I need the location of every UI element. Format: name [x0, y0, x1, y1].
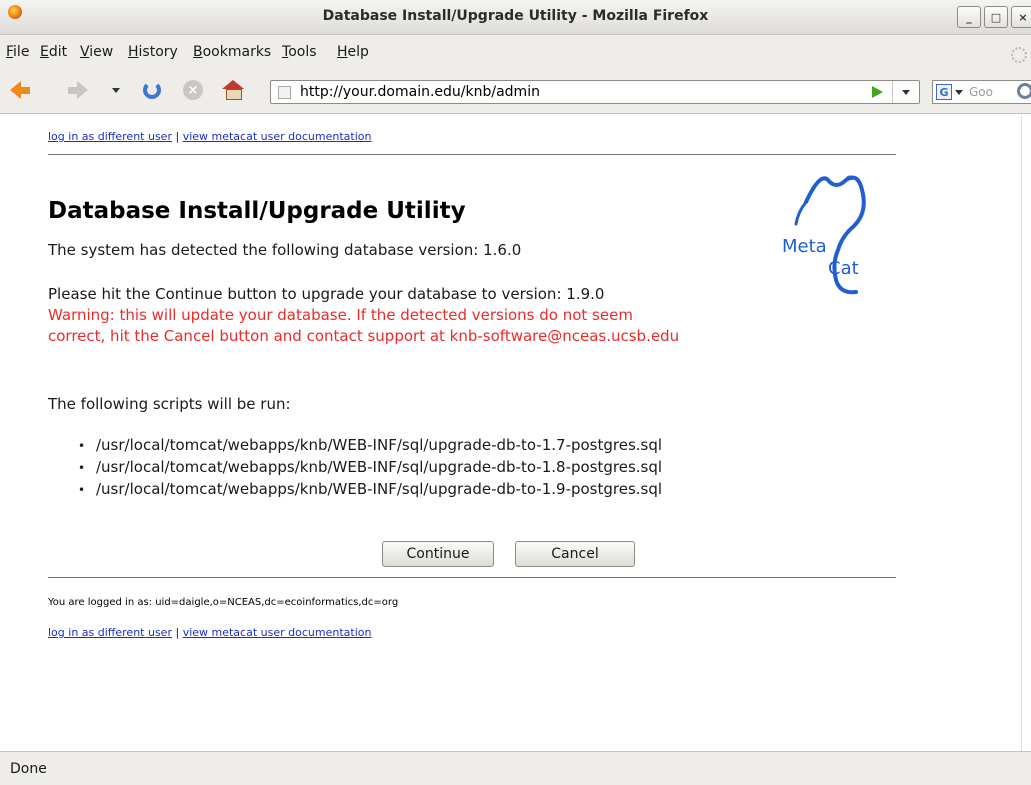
back-button[interactable] — [8, 78, 32, 102]
detected-version-text: The system has detected the following da… — [48, 241, 522, 259]
minimize-button[interactable]: _ — [957, 6, 981, 28]
home-button[interactable] — [222, 78, 246, 102]
maximize-button[interactable]: □ — [984, 6, 1008, 28]
top-divider — [48, 154, 896, 155]
google-search-engine-icon[interactable]: G — [936, 84, 952, 100]
status-text: Done — [10, 761, 47, 777]
documentation-link[interactable]: view metacat user documentation — [183, 130, 372, 143]
bottom-divider — [48, 577, 896, 578]
logo-cat-text: Cat — [828, 258, 859, 279]
link-separator: | — [175, 130, 180, 143]
search-icon[interactable] — [1017, 83, 1031, 99]
window-title: Database Install/Upgrade Utility - Mozil… — [322, 8, 709, 24]
menu-edit[interactable]: Edit — [40, 44, 67, 60]
cancel-button[interactable]: Cancel — [515, 541, 635, 567]
go-arrow-icon[interactable] — [872, 86, 883, 98]
search-box[interactable]: G Goo — [932, 80, 1031, 104]
forward-button[interactable] — [66, 78, 90, 102]
page-title: Database Install/Upgrade Utility — [48, 198, 466, 224]
home-icon — [222, 80, 244, 89]
upgrade-version-text: Please hit the Continue button to upgrad… — [48, 285, 605, 303]
chevron-down-icon — [902, 89, 910, 95]
menu-tools[interactable]: Tools — [282, 44, 317, 60]
logo-meta-text: Meta — [782, 236, 827, 257]
scripts-heading: The following scripts will be run: — [48, 395, 291, 413]
stop-icon: × — [183, 80, 203, 100]
menu-help[interactable]: Help — [337, 44, 369, 60]
menu-history[interactable]: History — [128, 44, 178, 60]
warning-text-line2: correct, hit the Cancel button and conta… — [48, 327, 680, 345]
logged-in-text: You are logged in as: uid=daigle,o=NCEAS… — [48, 597, 399, 608]
top-links: log in as different user | view metacat … — [48, 130, 371, 143]
reload-button[interactable] — [140, 78, 164, 102]
login-different-user-link[interactable]: log in as different user — [48, 130, 172, 143]
back-arrow-icon — [10, 81, 21, 99]
menu-file[interactable]: File — [6, 44, 29, 60]
close-button[interactable]: × — [1011, 6, 1031, 28]
forward-arrow-icon — [77, 81, 88, 99]
chevron-down-icon — [112, 87, 120, 93]
url-bar[interactable]: http://your.domain.edu/knb/admin — [270, 80, 920, 104]
history-dropdown-button[interactable] — [104, 78, 128, 102]
warning-text-line1: Warning: this will update your database.… — [48, 306, 633, 324]
content-edge — [1021, 114, 1031, 751]
stop-button[interactable]: × — [181, 78, 205, 102]
menu-view[interactable]: View — [80, 44, 113, 60]
reload-icon — [143, 81, 161, 99]
throbber-icon — [1011, 47, 1027, 63]
list-item: /usr/local/tomcat/webapps/knb/WEB-INF/sq… — [78, 478, 662, 500]
url-dropdown-button[interactable] — [892, 81, 919, 103]
menu-bar: File Edit View History Bookmarks Tools H… — [0, 35, 1031, 67]
page-content: log in as different user | view metacat … — [0, 114, 1031, 751]
page-favicon-icon — [278, 86, 291, 99]
bottom-links: log in as different user | view metacat … — [48, 626, 371, 639]
menu-bookmarks[interactable]: Bookmarks — [193, 44, 271, 60]
status-bar: Done — [0, 751, 1031, 785]
list-item: /usr/local/tomcat/webapps/knb/WEB-INF/sq… — [78, 434, 662, 456]
login-different-user-link[interactable]: log in as different user — [48, 626, 172, 639]
search-engine-dropdown-icon[interactable] — [955, 90, 963, 95]
url-text[interactable]: http://your.domain.edu/knb/admin — [300, 84, 540, 100]
link-separator: | — [175, 626, 180, 639]
continue-button[interactable]: Continue — [382, 541, 494, 567]
window-controls: _ □ × — [957, 6, 1031, 28]
search-input[interactable]: Goo — [969, 85, 993, 99]
list-item: /usr/local/tomcat/webapps/knb/WEB-INF/sq… — [78, 456, 662, 478]
window-titlebar: Database Install/Upgrade Utility - Mozil… — [0, 0, 1031, 35]
scripts-list: /usr/local/tomcat/webapps/knb/WEB-INF/sq… — [78, 434, 662, 500]
metacat-logo: Meta Cat — [780, 172, 880, 297]
documentation-link[interactable]: view metacat user documentation — [183, 626, 372, 639]
